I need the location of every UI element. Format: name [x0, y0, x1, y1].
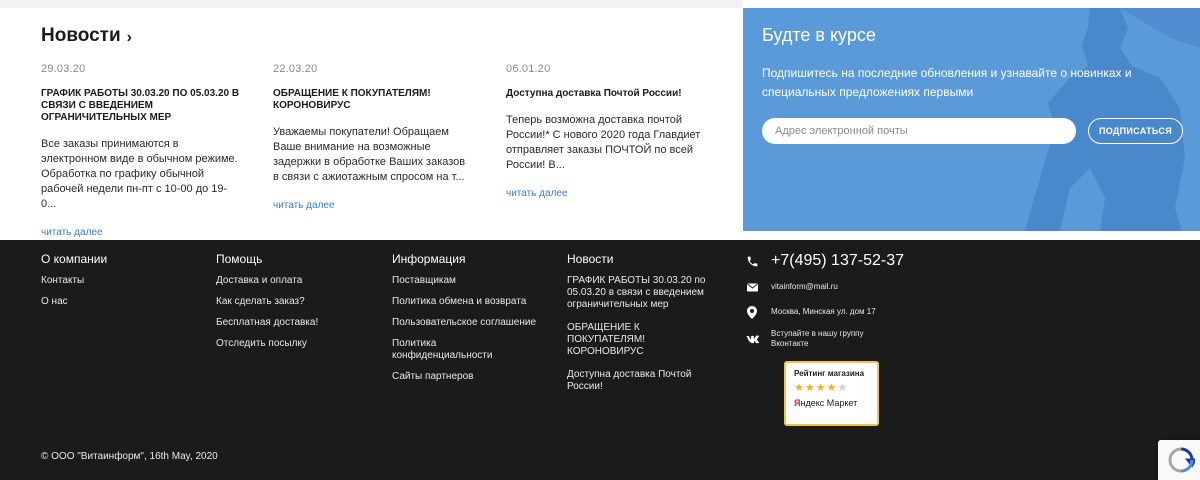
news-excerpt: Все заказы принимаются в электронном вид… — [41, 138, 238, 210]
map-pin-icon — [745, 305, 759, 319]
footer-news-link[interactable]: ГРАФИК РАБОТЫ 30.03.20 по 05.03.20 в свя… — [567, 275, 717, 311]
vk-group-link[interactable]: Вступайте в нашу группу Вконтакте — [771, 329, 901, 349]
news-headline-link[interactable]: ОБРАЩЕНИЕ К ПОКУПАТЕЛЯМ! КОРОНОВИРУС — [273, 88, 468, 112]
footer-link-partner-sites[interactable]: Сайты партнеров — [392, 371, 552, 383]
news-headline-link[interactable]: Доступна доставка Почтой России! — [506, 88, 711, 100]
recaptcha-icon — [1168, 447, 1195, 473]
news-item: 29.03.20 ГРАФИК РАБОТЫ 30.03.20 по 05.03… — [41, 63, 241, 240]
footer-column-company: О компании Контакты О нас — [41, 252, 201, 317]
subscribe-description: Подпишитесь на последние обновления и уз… — [762, 66, 1132, 99]
star-filled-icon: ★ — [804, 382, 816, 394]
email-input[interactable] — [762, 118, 1076, 144]
footer-column-info: Информация Поставщикам Политика обмена и… — [392, 252, 552, 392]
footer-link-about[interactable]: О нас — [41, 296, 201, 308]
email-link[interactable]: vitainform@mail.ru — [771, 282, 838, 292]
read-more-link[interactable]: читать далее — [41, 227, 103, 238]
news-heading-link[interactable]: Новости › — [41, 25, 132, 47]
chevron-right-icon: › — [126, 28, 132, 46]
news-excerpt: Теперь возможна доставка почтой России!*… — [506, 114, 701, 171]
rating-stars: ★★★★★ — [794, 381, 869, 394]
recaptcha-badge[interactable] — [1158, 440, 1200, 480]
rating-title: Рейтинг магазина — [794, 369, 865, 378]
news-item: 22.03.20 ОБРАЩЕНИЕ К ПОКУПАТЕЛЯМ! КОРОНО… — [273, 63, 468, 213]
footer-news-link[interactable]: ОБРАЩЕНИЕ К ПОКУПАТЕЛЯМ! КОРОНОВИРУС — [567, 322, 667, 358]
news-date: 29.03.20 — [41, 63, 86, 75]
footer-link-track-parcel[interactable]: Отследить посылку — [216, 338, 376, 350]
footer-news-link[interactable]: Доступна доставка Почтой России! — [567, 369, 717, 393]
footer-link-privacy-policy[interactable]: Политика конфиденциальности — [392, 338, 512, 362]
contact-vk-row: Вступайте в нашу группу Вконтакте — [745, 329, 1005, 349]
news-headline-link[interactable]: ГРАФИК РАБОТЫ 30.03.20 по 05.03.20 в свя… — [41, 88, 241, 124]
footer-link-user-agreement[interactable]: Пользовательское соглашение — [392, 317, 552, 329]
news-date: 06.01.20 — [506, 63, 551, 75]
contact-address-row: Москва, Минская ул. дом 17 — [745, 305, 1005, 319]
star-filled-icon: ★ — [815, 382, 827, 394]
footer-column-title: Информация — [392, 252, 466, 266]
footer-link-suppliers[interactable]: Поставщикам — [392, 275, 552, 287]
copyright-text: © ООО "Витаинформ", 16th May, 2020 — [41, 451, 218, 462]
news-date: 22.03.20 — [273, 63, 318, 75]
footer-link-delivery[interactable]: Доставка и оплата — [216, 275, 376, 287]
news-heading: Новости — [41, 25, 121, 46]
news-section: Новости › 29.03.20 ГРАФИК РАБОТЫ 30.03.2… — [0, 8, 743, 238]
footer-link-returns-policy[interactable]: Политика обмена и возврата — [392, 296, 552, 308]
subscribe-panel: Будте в курсе Подпишитесь на последние о… — [743, 8, 1200, 231]
footer-link-contacts[interactable]: Контакты — [41, 275, 201, 287]
footer-contacts: +7(495) 137-52-37 vitainform@mail.ru Мос… — [745, 252, 1005, 357]
phone-icon — [745, 254, 759, 268]
footer-link-free-delivery[interactable]: Бесплатная доставка! — [216, 317, 376, 329]
phone-link[interactable]: +7(495) 137-52-37 — [771, 252, 904, 270]
vk-icon — [745, 332, 759, 346]
top-strip — [0, 0, 743, 8]
footer-column-title: Новости — [567, 252, 614, 266]
read-more-link[interactable]: читать далее — [506, 188, 568, 199]
footer-column-help: Помощь Доставка и оплата Как сделать зак… — [216, 252, 376, 359]
address-text: Москва, Минская ул. дом 17 — [771, 307, 876, 316]
footer-link-how-to-order[interactable]: Как сделать заказ? — [216, 296, 376, 308]
envelope-icon — [745, 280, 759, 294]
contact-email-row: vitainform@mail.ru — [745, 280, 1005, 294]
star-filled-icon: ★ — [794, 382, 805, 394]
subscribe-title: Будте в курсе — [762, 25, 876, 45]
footer-column-title: Помощь — [216, 252, 263, 266]
news-excerpt: Уважаемы покупатели! Обращаем Ваше внима… — [273, 126, 466, 183]
footer-column-title: О компании — [41, 252, 108, 266]
yandex-market-rating-badge[interactable]: Рейтинг магазина ★★★★★ Яндекс Маркет — [784, 361, 879, 426]
read-more-link[interactable]: читать далее — [273, 200, 335, 211]
footer: О компании Контакты О нас Помощь Доставк… — [0, 240, 1200, 480]
subscribe-button[interactable]: ПОДПИСАТЬСЯ — [1088, 118, 1183, 144]
yandex-market-logo: Яндекс Маркет — [794, 398, 858, 408]
star-filled-icon: ★ — [826, 382, 838, 394]
news-item: 06.01.20 Доступна доставка Почтой России… — [506, 63, 711, 201]
footer-column-news: Новости ГРАФИК РАБОТЫ 30.03.20 по 05.03.… — [567, 252, 717, 402]
contact-phone-row: +7(495) 137-52-37 — [745, 252, 1005, 270]
star-empty-icon: ★ — [837, 382, 849, 394]
